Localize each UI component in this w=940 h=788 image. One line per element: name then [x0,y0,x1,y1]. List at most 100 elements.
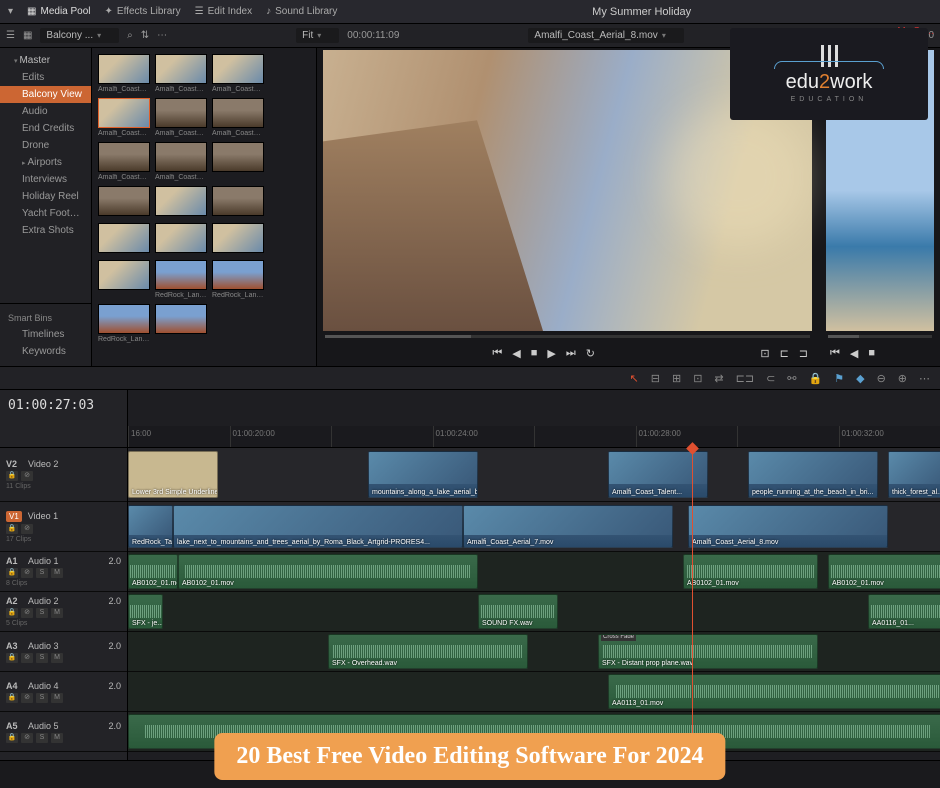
media-thumb[interactable]: Amalfi_Coast_A... [212,54,264,93]
track-header-v1[interactable]: V1Video 1 🔒⊘ 17 Clips [0,502,127,552]
timeline-clip[interactable]: SFX - Overhead.wav [328,634,528,669]
media-thumb[interactable]: Amalfi_Coast_T... [98,142,150,181]
search-icon[interactable]: ⌕ [127,30,133,41]
rec-stop-icon[interactable]: ■ [868,347,875,359]
track-header-a3[interactable]: A3Audio 32.0 🔒⊘SM [0,632,127,672]
media-thumb[interactable] [98,223,150,255]
blade-tool-icon[interactable]: ⊟ [651,372,660,385]
overwrite-icon[interactable]: ⊡ [693,372,702,385]
bin-end-credits[interactable]: End Credits [0,120,91,137]
track-a2[interactable]: SFX - je...SOUND FX.wavAA0116_01... [128,592,940,632]
track-v2[interactable]: Lower 3rd Simple Underline mountains_alon… [128,448,940,502]
track-header-a2[interactable]: A2Audio 22.0 🔒⊘SM 5 Clips [0,592,127,632]
magnet-icon[interactable]: ⊂ [766,372,775,385]
rec-first-icon[interactable]: ⏮ [830,347,840,360]
timeline-ruler[interactable]: 16:0001:00:20:0001:00:24:0001:00:28:0001… [128,426,940,448]
timeline-clip[interactable]: Amalfi_Coast_Aerial_7.mov [463,505,673,548]
timeline-clip[interactable]: AB0102_01.mov [178,554,478,589]
zoom-in-icon[interactable]: ⊕ [898,372,907,385]
timeline-clip[interactable]: AA0116_01... [868,594,940,629]
stop-icon[interactable]: ■ [531,347,538,359]
track-header-a1[interactable]: A1Audio 12.0 🔒⊘SM 8 Clips [0,552,127,592]
media-thumb[interactable] [212,223,264,255]
lock-icon[interactable]: 🔒 [809,372,823,385]
media-thumb[interactable] [98,186,150,218]
dropdown-icon[interactable]: ▾ [8,6,13,17]
track-a1[interactable]: AB0102_01.movAB0102_01.movAB0102_01.movA… [128,552,940,592]
media-thumb[interactable]: RedRock_Land... [212,260,264,299]
list-view-icon[interactable]: ☰ [6,30,15,41]
timeline-clip[interactable]: AB0102_01.mov [683,554,818,589]
in-point-icon[interactable]: ⊏ [780,347,789,360]
bin-airports[interactable]: Airports [0,154,91,171]
track-a3[interactable]: SFX - Overhead.wav Cross FadeSFX - Distan… [128,632,940,672]
bin-balcony-view[interactable]: Balcony View [0,86,91,103]
tab-media-pool[interactable]: ▦ Media Pool [27,6,90,17]
media-thumb[interactable] [212,142,264,181]
track-header-v2[interactable]: V2Video 2 🔒⊘ 11 Clips [0,448,127,502]
timeline-clip[interactable]: AB0102_01.mov [128,554,178,589]
timeline-clip[interactable]: SOUND FX.wav [478,594,558,629]
tab-edit-index[interactable]: ☰ Edit Index [195,6,252,17]
media-thumb[interactable]: Amalfi_Coast_T... [155,142,207,181]
media-thumb[interactable]: Amalfi_Coast_T... [155,98,207,137]
timeline-clip[interactable]: lake_next_to_mountains_and_trees_aerial_… [173,505,463,548]
rec-prev-icon[interactable]: ◀ [850,347,858,360]
link-icon[interactable]: ⚯ [787,372,796,385]
media-thumb[interactable]: RedRock_Land... [98,304,150,343]
smartbin-keywords[interactable]: Keywords [0,343,91,360]
timeline-clip[interactable]: AA0113_01.mov [608,674,940,709]
bin-edits[interactable]: Edits [0,69,91,86]
timeline-clip[interactable]: Amalfi_Coast_Aerial_8.mov [688,505,888,548]
media-thumb[interactable]: Amalfi_Coast_A... [98,98,150,137]
flag-icon[interactable]: ⚑ [834,372,844,385]
next-frame-icon[interactable]: ⏭ [566,347,576,360]
loop-icon[interactable]: ↻ [586,347,595,360]
bin-holiday-reel[interactable]: Holiday Reel [0,188,91,205]
timeline-clip[interactable]: mountains_along_a_lake_aerial_by_Roma... [368,451,478,498]
bin-drone[interactable]: Drone [0,137,91,154]
zoom-out-icon[interactable]: ⊖ [877,372,886,385]
playhead[interactable] [692,448,693,752]
play-icon[interactable]: ▶ [547,347,555,360]
timeline-clip[interactable]: AB0102_01.mov [828,554,940,589]
fit-dropdown[interactable]: Fit [296,28,339,43]
media-thumb[interactable] [98,260,150,299]
fit-icon[interactable]: ⊏⊐ [736,372,754,385]
replace-icon[interactable]: ⇄ [714,372,723,385]
tab-sound[interactable]: ♪ Sound Library [266,6,337,17]
track-header-a5[interactable]: A5Audio 52.0 🔒⊘SM [0,712,127,752]
insert-icon[interactable]: ⊞ [672,372,681,385]
match-frame-icon[interactable]: ⊡ [760,347,769,360]
first-frame-icon[interactable]: ⏮ [492,347,502,360]
bin-master[interactable]: Master [0,52,91,69]
bin-yacht-footage[interactable]: Yacht Footage [0,205,91,222]
timeline-clip[interactable]: people_running_at_the_beach_in_bri... [748,451,878,498]
sort-icon[interactable]: ⇅ [141,30,149,41]
thumb-view-icon[interactable]: ▦ [23,30,32,41]
media-thumb[interactable] [155,223,207,255]
bin-extra-shots[interactable]: Extra Shots [0,222,91,239]
timeline-clip[interactable]: thick_forest_al... [888,451,940,498]
media-thumb[interactable]: Amalfi_Coast_A... [155,54,207,93]
media-thumb[interactable]: RedRock_Land... [155,260,207,299]
prev-frame-icon[interactable]: ◀ [512,347,520,360]
track-header-a4[interactable]: A4Audio 42.0 🔒⊘SM [0,672,127,712]
out-point-icon[interactable]: ⊐ [799,347,808,360]
timeline-clip[interactable]: Amalfi_Coast_Talent... [608,451,708,498]
media-thumb[interactable] [212,186,264,218]
timeline-clip[interactable]: RedRock_Talent_3... [128,505,173,548]
arrow-tool-icon[interactable]: ↖ [630,372,639,385]
track-disable-icon[interactable]: ⊘ [21,471,33,481]
track-v1[interactable]: RedRock_Talent_3...lake_next_to_mountain… [128,502,940,552]
tab-effects[interactable]: ✦ Effects Library [105,6,181,17]
track-a4[interactable]: AA0113_01.mov [128,672,940,712]
timeline-clip[interactable]: Lower 3rd Simple Underline [128,451,218,498]
smartbin-timelines[interactable]: Timelines [0,326,91,343]
record-scrubber[interactable] [828,335,932,338]
timeline-clip[interactable]: Cross FadeSFX - Distant prop plane.wav [598,634,818,669]
bin-interviews[interactable]: Interviews [0,171,91,188]
marker-icon[interactable]: ◆ [856,372,864,385]
bin-audio[interactable]: Audio [0,103,91,120]
media-thumb[interactable] [155,186,207,218]
